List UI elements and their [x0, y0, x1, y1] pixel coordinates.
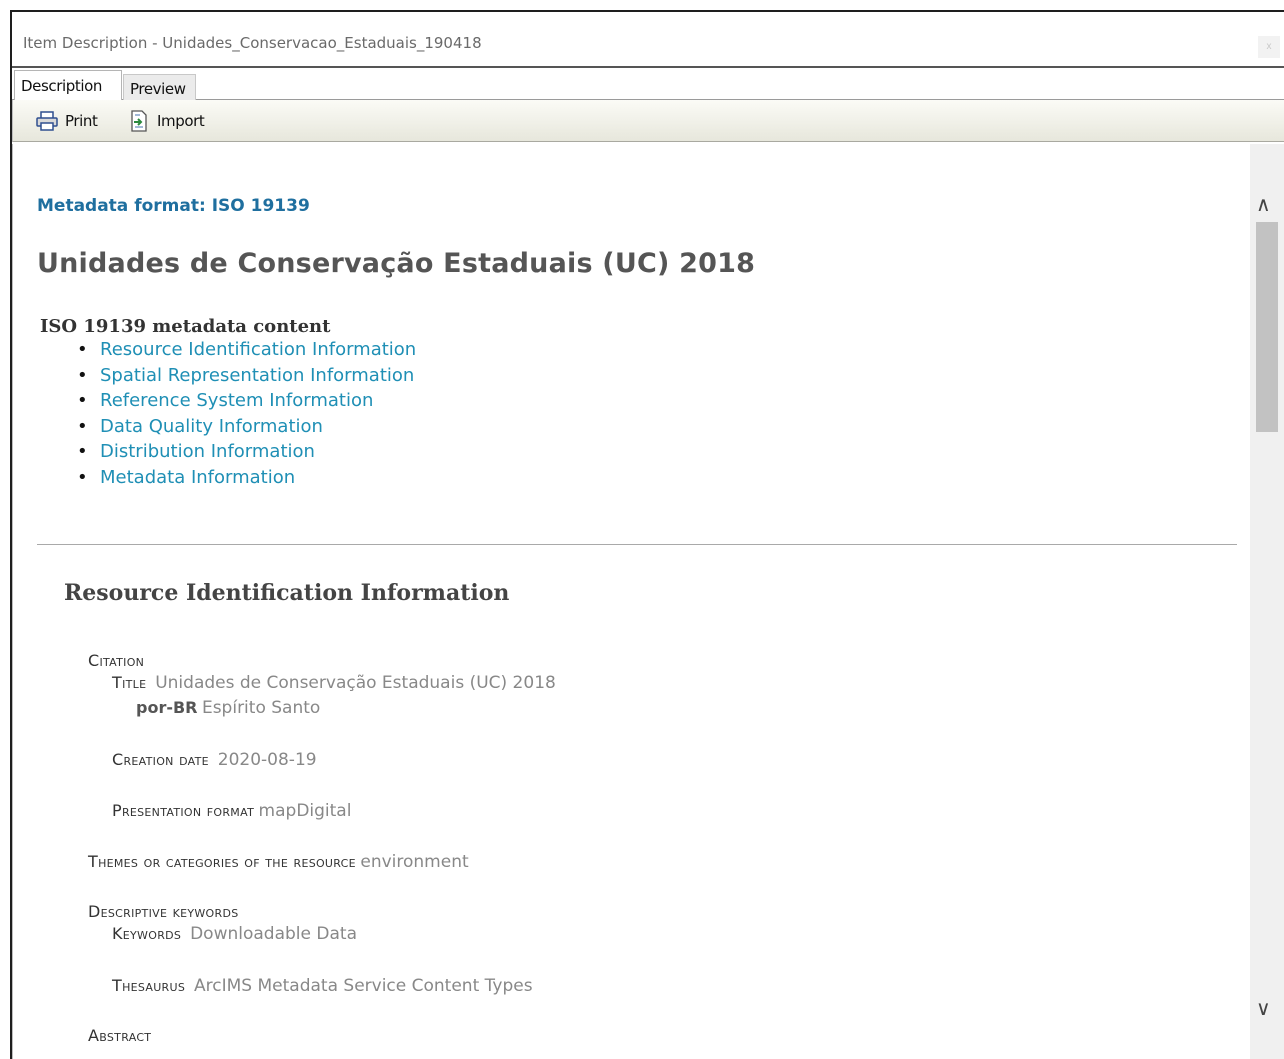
creation-date-row: Creation date 2020-08-19	[112, 750, 317, 770]
toc-link-distribution[interactable]: • Distribution Information	[77, 441, 416, 467]
lang-label: por-BR	[136, 698, 198, 717]
thesaurus-row: Thesaurus ArcIMS Metadata Service Conten…	[112, 976, 533, 996]
bullet-icon: •	[77, 364, 88, 386]
printer-icon	[36, 111, 58, 131]
creation-date-value: 2020-08-19	[217, 750, 317, 770]
title-value: Unidades de Conservação Estaduais (UC) 2…	[155, 673, 556, 693]
toc-link-reference-system[interactable]: • Reference System Information	[77, 390, 416, 416]
chevron-up-icon[interactable]: ∧	[1256, 192, 1271, 217]
themes-row: Themes or categories of the resource env…	[88, 852, 469, 872]
section-heading: Resource Identification Information	[64, 580, 510, 606]
print-label: Print	[65, 112, 98, 130]
language-row: por-BR Espírito Santo	[136, 698, 320, 718]
close-icon[interactable]: x	[1258, 36, 1280, 58]
print-button[interactable]: Print	[35, 110, 98, 132]
keywords-row: Keywords Downloadable Data	[112, 924, 357, 944]
scroll-thumb[interactable]	[1256, 222, 1278, 432]
citation-label: Citation	[88, 651, 145, 670]
bullet-icon: •	[77, 415, 88, 437]
page-title: Unidades de Conservação Estaduais (UC) 2…	[37, 248, 756, 279]
tab-strip: Description Preview	[12, 68, 1284, 101]
bullet-icon: •	[77, 339, 88, 360]
lang-value: Espírito Santo	[201, 698, 321, 718]
toc-link-resource-identification[interactable]: • Resource Identification Information	[77, 339, 416, 365]
import-label: Import	[157, 112, 205, 130]
title-bar: Item Description - Unidades_Conservacao_…	[12, 12, 1284, 68]
keywords-label: Keywords	[112, 924, 182, 943]
keywords-value: Downloadable Data	[190, 924, 357, 944]
import-button[interactable]: Import	[127, 110, 205, 132]
divider	[37, 544, 1237, 545]
keywords-heading: Descriptive keywords	[88, 902, 239, 921]
window-title: Item Description - Unidades_Conservacao_…	[23, 34, 482, 52]
title-row: Title Unidades de Conservação Estaduais …	[112, 673, 556, 693]
chevron-down-icon[interactable]: ∨	[1256, 996, 1271, 1021]
bullet-icon: •	[77, 390, 88, 411]
presentation-value: mapDigital	[258, 801, 352, 821]
title-label: Title	[112, 673, 147, 692]
themes-value: environment	[360, 852, 469, 872]
thesaurus-label: Thesaurus	[112, 976, 186, 995]
themes-label: Themes or categories of the resource	[88, 852, 356, 871]
presentation-row: Presentation format mapDigital	[112, 801, 351, 821]
tab-description[interactable]: Description	[14, 70, 122, 101]
bullet-icon: •	[77, 441, 88, 462]
toc-link-metadata[interactable]: • Metadata Information	[77, 467, 416, 493]
presentation-label: Presentation format	[112, 801, 255, 820]
creation-date-label: Creation date	[112, 750, 209, 769]
vertical-scrollbar[interactable]: ∧ ∨	[1250, 144, 1284, 1059]
item-description-window: Item Description - Unidades_Conservacao_…	[10, 10, 1284, 1059]
import-icon	[131, 110, 147, 132]
toolbar: Print Import	[12, 100, 1284, 142]
toc-link-spatial-representation[interactable]: • Spatial Representation Information	[77, 365, 416, 391]
toc-link-data-quality[interactable]: • Data Quality Information	[77, 416, 416, 442]
abstract-label: Abstract	[88, 1026, 152, 1045]
description-content: Metadata format: ISO 19139 Unidades de C…	[12, 144, 1284, 1059]
toc-list: • Resource Identification Information • Sp…	[77, 339, 416, 492]
tab-preview[interactable]: Preview	[123, 74, 196, 100]
metadata-format: Metadata format: ISO 19139	[37, 196, 310, 216]
bullet-icon: •	[77, 466, 88, 488]
iso-content-heading: ISO 19139 metadata content	[40, 316, 331, 337]
thesaurus-value: ArcIMS Metadata Service Content Types	[194, 976, 533, 996]
